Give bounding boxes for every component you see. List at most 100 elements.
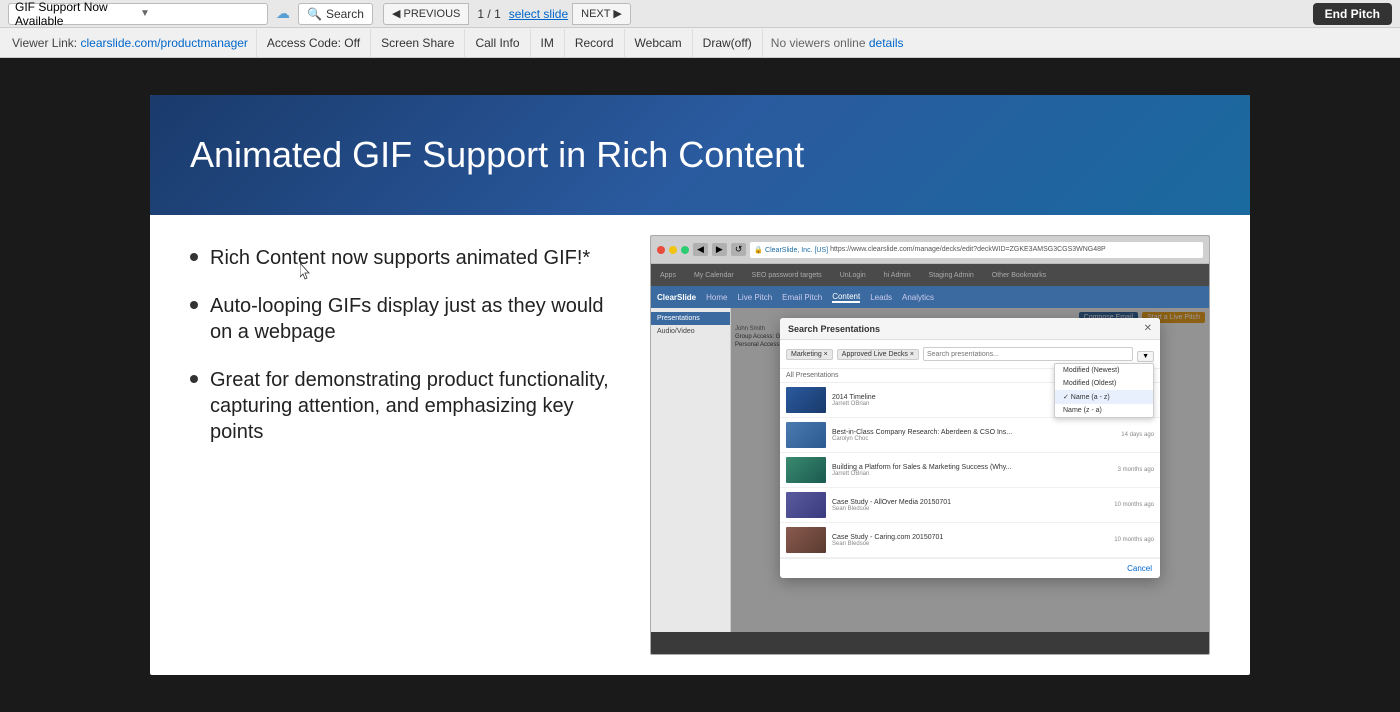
screen-share-button[interactable]: Screen Share [371, 29, 465, 57]
record-button[interactable]: Record [565, 29, 625, 57]
preso-author: Carolyn Choc [832, 436, 1115, 442]
list-item[interactable]: Building a Platform for Sales & Marketin… [780, 453, 1160, 488]
bookmark-other: Other Bookmarks [987, 270, 1051, 281]
nav-content: Content [832, 292, 860, 303]
preso-title: Best-in-Class Company Research: Aberdeen… [832, 429, 1115, 436]
list-item[interactable]: Best-in-Class Company Research: Aberdeen… [780, 418, 1160, 453]
sort-name-az[interactable]: ✓ Name (a - z) [1055, 390, 1153, 404]
bullet-dot [190, 253, 198, 261]
tag-marketing[interactable]: Marketing × [786, 349, 833, 360]
bullet-text-2: Auto-looping GIFs display just as they w… [210, 293, 610, 345]
sort-oldest[interactable]: Modified (Oldest) [1055, 377, 1153, 390]
nav-email-pitch: Email Pitch [782, 293, 822, 302]
modal-footer: Cancel [780, 558, 1160, 578]
bookmark-calendar: My Calendar [689, 270, 739, 281]
cancel-button[interactable]: Cancel [1127, 564, 1152, 573]
bookmark-seo: SEO password targets [747, 270, 827, 281]
thumbnail [786, 422, 826, 448]
preso-info: Case Study - AllOver Media 20150701 Sean… [832, 499, 1108, 512]
preso-title: Building a Platform for Sales & Marketin… [832, 464, 1112, 471]
page-indicator: 1 / 1 [473, 7, 504, 21]
nav-leads: Leads [870, 293, 892, 302]
url-bar[interactable]: 🔒 ClearSlide, Inc. [US] https://www.clea… [750, 242, 1203, 258]
list-item[interactable]: Case Study - Caring.com 20150701 Sean Bl… [780, 523, 1160, 558]
slide-content: Animated GIF Support in Rich Content Ric… [150, 95, 1250, 675]
app-main-content: Presentations Audio/Video Compose Email … [651, 308, 1209, 632]
minimize-icon [669, 246, 677, 254]
cloud-icon: ☁ [276, 5, 290, 22]
modal-title: Search Presentations [788, 324, 880, 334]
forward-button[interactable]: ▶ [712, 243, 727, 256]
presentation-name: GIF Support Now Available [15, 0, 136, 28]
webcam-button[interactable]: Webcam [625, 29, 693, 57]
sort-dropdown: Modified (Newest) Modified (Oldest) ✓ Na… [1054, 363, 1154, 418]
preso-info: Case Study - Caring.com 20150701 Sean Bl… [832, 534, 1108, 547]
preso-date: 14 days ago [1121, 432, 1154, 438]
dropdown-arrow-icon: ▼ [140, 8, 261, 19]
slide-header: Animated GIF Support in Rich Content [150, 95, 1250, 215]
slide-left: Rich Content now supports animated GIF!*… [190, 235, 610, 655]
preso-date: 10 months ago [1114, 537, 1154, 543]
slide-panel: Animated GIF Support in Rich Content Ric… [0, 58, 1400, 712]
thumbnail [786, 527, 826, 553]
modal-close-icon[interactable]: ✕ [1144, 323, 1152, 334]
draw-button[interactable]: Draw(off) [693, 29, 763, 57]
app-content-area: Compose Email Start a Live Pitch John Sm… [731, 308, 1209, 632]
end-pitch-button[interactable]: End Pitch [1313, 3, 1392, 25]
preso-title: Case Study - Caring.com 20150701 [832, 534, 1108, 541]
next-button[interactable]: NEXT ▶ [572, 3, 631, 25]
thumbnail [786, 492, 826, 518]
sort-newest[interactable]: Modified (Newest) [1055, 364, 1153, 377]
previous-button[interactable]: ◀ PREVIOUS [383, 3, 469, 25]
details-link[interactable]: details [869, 36, 904, 50]
call-info-button[interactable]: Call Info [465, 29, 530, 57]
second-toolbar: Viewer Link: clearslide.com/productmanag… [0, 28, 1400, 58]
slide-title: Animated GIF Support in Rich Content [190, 134, 804, 176]
bullet-dot [190, 301, 198, 309]
im-button[interactable]: IM [531, 29, 565, 57]
presentation-selector[interactable]: GIF Support Now Available ▼ [8, 3, 268, 25]
sort-button[interactable]: ▼ [1137, 351, 1154, 362]
tag-approved[interactable]: Approved Live Decks × [837, 349, 919, 360]
access-code-button[interactable]: Access Code: Off [256, 29, 371, 57]
search-presentations-input[interactable] [923, 347, 1133, 361]
preso-date: 10 months ago [1114, 502, 1154, 508]
sidebar-presentations[interactable]: Presentations [651, 312, 730, 325]
preso-title: Case Study - AllOver Media 20150701 [832, 499, 1108, 506]
search-label: Search [326, 7, 364, 21]
filter-label: All Presentations [786, 372, 839, 379]
bullet-dot [190, 375, 198, 383]
sidebar-audio-video[interactable]: Audio/Video [651, 325, 730, 338]
viewer-link-label: Viewer Link: clearslide.com/productmanag… [12, 36, 248, 50]
no-viewers-text: No viewers online details [771, 36, 904, 50]
bookmarks-bar: Apps My Calendar SEO password targets Un… [651, 264, 1209, 286]
list-item[interactable]: Case Study - AllOver Media 20150701 Sean… [780, 488, 1160, 523]
viewer-link-url[interactable]: clearslide.com/productmanager [81, 36, 248, 50]
modal-overlay: Search Presentations ✕ Marketing × Appro… [731, 308, 1209, 632]
preso-info: Building a Platform for Sales & Marketin… [832, 464, 1112, 477]
browser-bar: ◀ ▶ ↺ 🔒 ClearSlide, Inc. [US] https://ww… [651, 236, 1209, 264]
sort-name-za[interactable]: Name (z - a) [1055, 404, 1153, 417]
app-sidebar: Presentations Audio/Video [651, 308, 731, 632]
nav-analytics: Analytics [902, 293, 934, 302]
select-slide-link[interactable]: select slide [509, 7, 568, 21]
list-item: Great for demonstrating product function… [190, 367, 610, 445]
preso-author: Sean Bledsoe [832, 541, 1108, 547]
page-total: 1 [494, 7, 501, 21]
search-modal: Search Presentations ✕ Marketing × Appro… [780, 318, 1160, 578]
list-item: Rich Content now supports animated GIF!* [190, 245, 610, 271]
url-text: 🔒 ClearSlide, Inc. [US] [754, 246, 828, 254]
refresh-button[interactable]: ↺ [731, 243, 747, 256]
search-button[interactable]: 🔍 Search [298, 3, 373, 25]
page-current: 1 [477, 7, 484, 21]
thumbnail [786, 387, 826, 413]
nav-clearslide: ClearSlide [657, 293, 696, 302]
back-button[interactable]: ◀ [693, 243, 708, 256]
nav-controls: ◀ PREVIOUS 1 / 1 select slide NEXT ▶ [383, 3, 631, 25]
sort-dropdown-container: ▼ Modified (Newest) Modified (Oldest) ✓ … [1137, 345, 1154, 363]
thumbnail [786, 457, 826, 483]
slide-body: Rich Content now supports animated GIF!*… [150, 215, 1250, 675]
bookmark-apps: Apps [655, 270, 681, 281]
bookmark-admin: hi Admin [879, 270, 916, 281]
nav-home: Home [706, 293, 727, 302]
